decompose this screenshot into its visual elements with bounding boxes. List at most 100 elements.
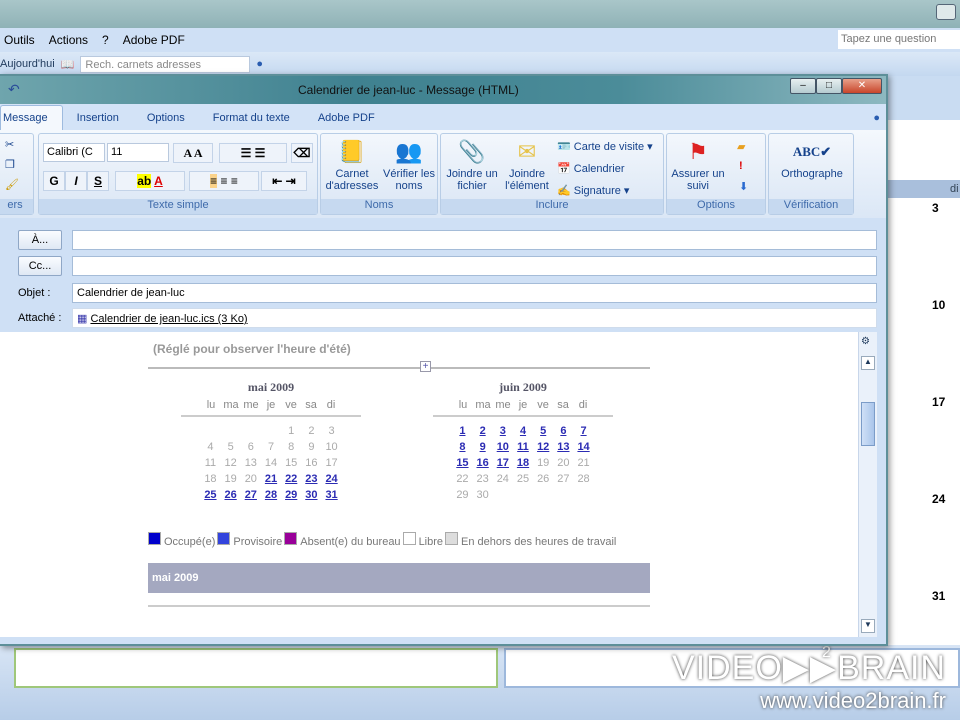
calendar-day[interactable]: 7: [573, 425, 593, 437]
calendar-day[interactable]: 24: [932, 492, 945, 506]
calendar-day[interactable]: 5: [533, 425, 553, 437]
to-input[interactable]: [72, 230, 877, 250]
calendar-day[interactable]: 1: [452, 425, 472, 437]
menu-adobe-pdf[interactable]: Adobe PDF: [123, 33, 185, 47]
table-move-handle[interactable]: +: [420, 361, 431, 372]
calendar-button[interactable]: 📅 Calendrier: [557, 162, 625, 175]
attach-item-button[interactable]: ✉ Joindre l'élément: [499, 138, 555, 192]
cc-button[interactable]: Cc...: [18, 256, 62, 276]
tab-adobe-pdf[interactable]: Adobe PDF: [304, 106, 389, 130]
follow-up-button[interactable]: ⚑ Assurer un suivi: [669, 138, 727, 192]
calendar-day[interactable]: 24: [321, 473, 341, 485]
maximize-button[interactable]: □: [816, 78, 842, 94]
format-painter-icon[interactable]: 🖌: [5, 178, 19, 191]
calendar-day[interactable]: 28: [261, 489, 281, 501]
tab-message[interactable]: Message: [0, 105, 63, 130]
italic-button[interactable]: I: [65, 171, 87, 191]
minimize-button[interactable]: [936, 4, 956, 20]
font-size-select[interactable]: 11: [107, 143, 169, 162]
calendar-day[interactable]: 11: [513, 441, 533, 453]
calendar-day[interactable]: 15: [452, 457, 472, 469]
calendar-day[interactable]: 27: [241, 489, 261, 501]
calendar-day: 28: [577, 473, 590, 485]
close-button[interactable]: ✕: [842, 78, 882, 94]
calendar-day[interactable]: 17: [932, 395, 945, 409]
high-importance-icon[interactable]: !: [739, 160, 743, 172]
subject-input[interactable]: Calendrier de jean-luc: [72, 283, 877, 303]
tab-options[interactable]: Options: [133, 106, 199, 130]
tab-insertion[interactable]: Insertion: [63, 106, 133, 130]
font-select[interactable]: Calibri (C: [43, 143, 105, 162]
calendar-day[interactable]: 25: [200, 489, 220, 501]
cc-input[interactable]: [72, 256, 877, 276]
to-button[interactable]: À...: [18, 230, 62, 250]
calendar-day[interactable]: 10: [932, 298, 945, 312]
calendar-day[interactable]: 30: [301, 489, 321, 501]
calendar-day[interactable]: 31: [932, 589, 945, 603]
minimize-button[interactable]: –: [790, 78, 816, 94]
week-strip: [14, 648, 498, 688]
menu-help[interactable]: ?: [102, 33, 109, 47]
low-importance-icon[interactable]: ⬇: [739, 180, 748, 193]
calendar-day[interactable]: 13: [553, 441, 573, 453]
calendar-day[interactable]: 6: [553, 425, 573, 437]
scroll-up-button[interactable]: ▲: [861, 356, 875, 370]
calendar-day[interactable]: 26: [221, 489, 241, 501]
undo-icon[interactable]: ↶: [8, 81, 20, 98]
calendar-day[interactable]: 17: [493, 457, 513, 469]
highlight-color-buttons[interactable]: ab A: [115, 171, 185, 191]
categorize-icon[interactable]: ▰: [737, 140, 745, 153]
attachment-link[interactable]: Calendrier de jean-luc.ics (3 Ko): [90, 313, 247, 325]
ask-question-input[interactable]: Tapez une question: [838, 30, 960, 49]
calendar-day[interactable]: 21: [261, 473, 281, 485]
calendar-day[interactable]: 3: [932, 201, 939, 215]
calendar-day[interactable]: 31: [321, 489, 341, 501]
calendar-day[interactable]: 18: [513, 457, 533, 469]
grow-shrink-font-button[interactable]: A A: [173, 143, 213, 163]
calendar-day[interactable]: 23: [301, 473, 321, 485]
attach-file-button[interactable]: 📎 Joindre un fichier: [443, 138, 501, 192]
message-body[interactable]: (Réglé pour observer l'heure d'été) + ma…: [0, 332, 858, 637]
business-card-button[interactable]: 🪪 Carte de visite ▾: [557, 140, 653, 153]
calendar-day[interactable]: 8: [452, 441, 472, 453]
indent-buttons[interactable]: ⇤ ⇥: [261, 171, 307, 191]
calendar-day[interactable]: 29: [281, 489, 301, 501]
legend-item: Provisoire: [217, 532, 282, 548]
help-icon[interactable]: ●: [873, 112, 880, 124]
check-names-button[interactable]: 👥 Vérifier les noms: [381, 138, 437, 192]
dst-note: (Réglé pour observer l'heure d'été): [153, 342, 351, 356]
scroll-options-icon[interactable]: ⚙: [861, 336, 870, 347]
calendar-day[interactable]: 22: [281, 473, 301, 485]
address-book-button[interactable]: 📒 Carnet d'adresses: [323, 138, 381, 192]
calendar-day[interactable]: 16: [473, 457, 493, 469]
calendar-day[interactable]: 9: [473, 441, 493, 453]
address-book-icon[interactable]: 📖: [61, 58, 75, 71]
menu-actions[interactable]: Actions: [49, 33, 88, 47]
address-search-input[interactable]: Rech. carnets adresses: [80, 55, 251, 73]
toolbar: Aujourd'hui 📖 Rech. carnets adresses ●: [0, 52, 960, 76]
calendar-day[interactable]: 3: [493, 425, 513, 437]
tab-format-texte[interactable]: Format du texte: [199, 106, 304, 130]
calendar-day[interactable]: 4: [513, 425, 533, 437]
menu-outils[interactable]: Outils: [4, 33, 35, 47]
calendar-day: 13: [244, 457, 257, 469]
calendar-day[interactable]: 10: [493, 441, 513, 453]
calendar-day[interactable]: 14: [573, 441, 593, 453]
spelling-button[interactable]: ABC✔ Orthographe: [771, 138, 853, 180]
copy-icon[interactable]: ❐: [5, 158, 15, 171]
align-buttons[interactable]: ≡ ≡ ≡: [189, 171, 259, 191]
scroll-down-button[interactable]: ▼: [861, 619, 875, 633]
calendar-day: 12: [224, 457, 237, 469]
today-button[interactable]: Aujourd'hui: [0, 58, 55, 70]
clear-format-icon[interactable]: ⌫: [291, 143, 313, 163]
vertical-scrollbar[interactable]: ⚙ ▲ ▼: [858, 332, 877, 637]
signature-button[interactable]: ✍ Signature ▾: [557, 184, 629, 197]
underline-button[interactable]: S: [87, 171, 109, 191]
scroll-thumb[interactable]: [861, 402, 875, 446]
list-buttons[interactable]: ☰ ☰: [219, 143, 287, 163]
calendar-day[interactable]: 2: [473, 425, 493, 437]
calendar-day[interactable]: 12: [533, 441, 553, 453]
help-icon[interactable]: ●: [256, 58, 263, 70]
cut-icon[interactable]: ✂: [5, 138, 14, 151]
bold-button[interactable]: G: [43, 171, 65, 191]
